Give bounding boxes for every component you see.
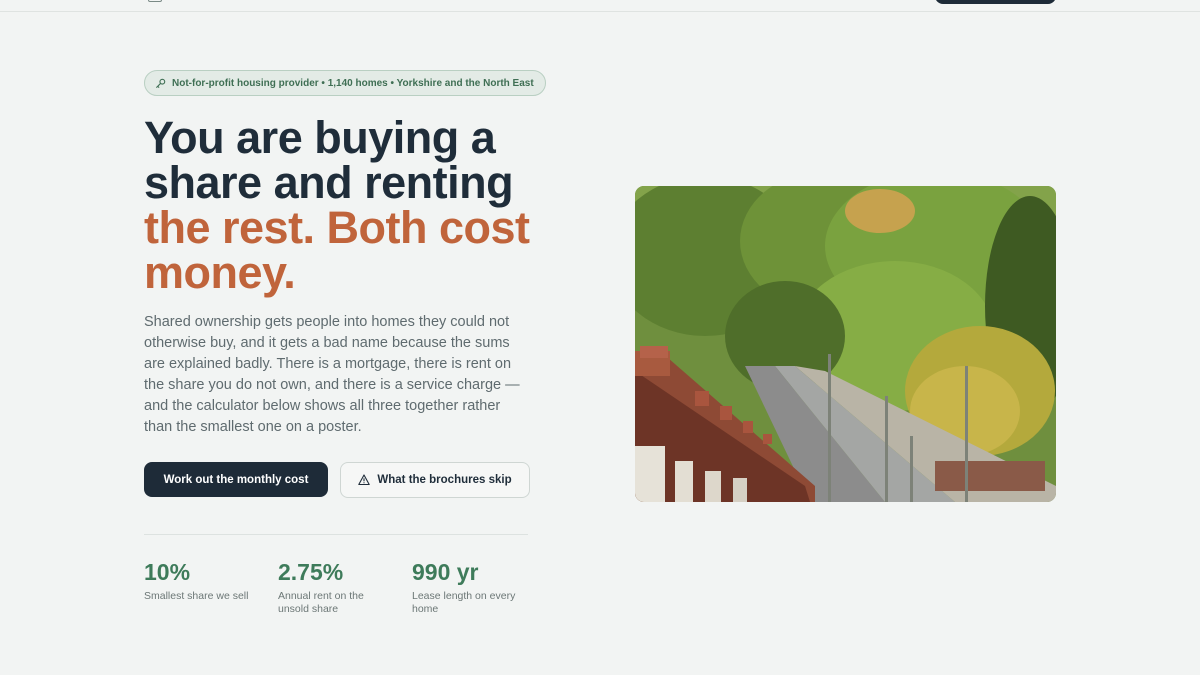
stat-value: 10% [144, 559, 191, 585]
headline-line-2: share and renting [144, 157, 514, 208]
logo-icon[interactable] [148, 0, 162, 2]
stat-label: Smallest share we sell [144, 590, 249, 602]
street-illustration [635, 186, 1056, 502]
stat-lease-length: 990 yr Lease length on every home [412, 558, 527, 616]
stat-annual-rent: 2.75% Annual rent on the unsold share [278, 558, 393, 616]
calculate-monthly-cost-button[interactable]: Work out the monthly cost [144, 462, 328, 497]
stats-divider [144, 534, 528, 535]
nav-cta-button[interactable] [935, 0, 1056, 4]
headline-accent-line-2: money. [144, 247, 296, 298]
hero-lede: Shared ownership gets people into homes … [144, 314, 520, 435]
stat-smallest-share: 10% Smallest share we sell [144, 558, 259, 603]
stat-value: 2.75% [278, 559, 344, 585]
provider-badge: Not-for-profit housing provider • 1,140 … [144, 70, 546, 96]
key-icon [155, 78, 166, 88]
stat-label: Lease length on every home [412, 590, 516, 615]
stat-label: Annual rent on the unsold share [278, 590, 364, 615]
hero-headline: You are buying a share and renting the r… [144, 115, 564, 295]
badge-text: Not-for-profit housing provider • 1,140 … [172, 77, 534, 89]
brochures-skip-label: What the brochures skip [377, 474, 512, 486]
top-navigation-bar [0, 0, 1200, 12]
stat-value: 990 yr [412, 559, 479, 585]
warning-triangle-icon [358, 474, 371, 486]
headline-line-1: You are buying a [144, 112, 496, 163]
brochures-skip-button[interactable]: What the brochures skip [340, 462, 530, 498]
headline-accent-line-1: the rest. Both cost [144, 202, 530, 253]
street-photo [635, 186, 1056, 502]
